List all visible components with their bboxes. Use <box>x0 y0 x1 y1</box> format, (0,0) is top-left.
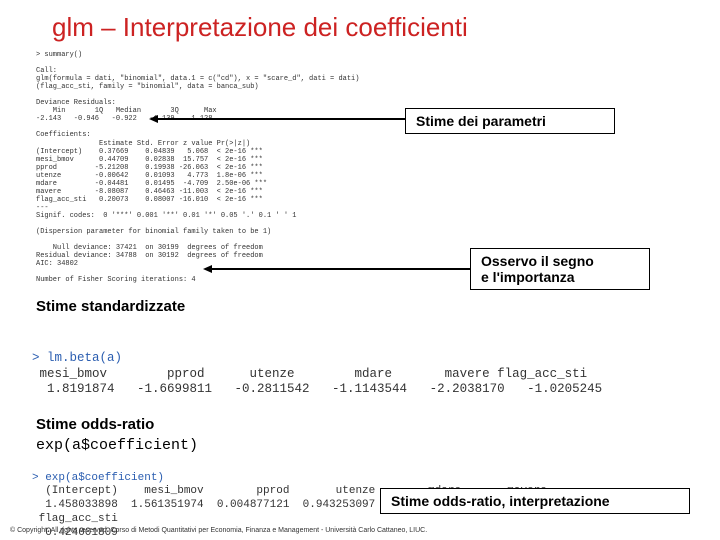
label-stime-standardizzate: Stime standardizzate <box>36 298 708 315</box>
callout-osservo-line1: Osservo il segno <box>481 253 594 269</box>
lmbeta-values: 1.8191874 -1.6699811 -0.2811542 -1.11435… <box>32 382 602 396</box>
lmbeta-headers: mesi_bmov pprod utenze mdare mavere flag… <box>32 367 587 381</box>
callout-osservo: Osservo il segno e l'importanza <box>470 248 650 290</box>
exp-command: > exp(a$coefficient) <box>32 472 164 484</box>
copyright-footer: © Copyright. All rights reserved. Corso … <box>10 527 427 534</box>
slide-title: glm – Interpretazione dei coefficienti <box>52 12 708 43</box>
callout-osservo-line2: e l'importanza <box>481 269 575 285</box>
lmbeta-command: > lm.beta(a) <box>32 351 122 365</box>
exp-code-line: exp(a$coefficient) <box>36 437 708 454</box>
lmbeta-output: > lm.beta(a) mesi_bmov pprod utenze mdar… <box>32 335 708 398</box>
callout-odds-interpretazione: Stime odds-ratio, interpretazione <box>380 488 690 514</box>
exp-headers2: flag_acc_sti <box>32 513 118 525</box>
callout-stime-parametri: Stime dei parametri <box>405 108 615 134</box>
label-stime-odds-ratio: Stime odds-ratio <box>36 416 708 433</box>
slide: glm – Interpretazione dei coefficienti >… <box>0 0 720 540</box>
